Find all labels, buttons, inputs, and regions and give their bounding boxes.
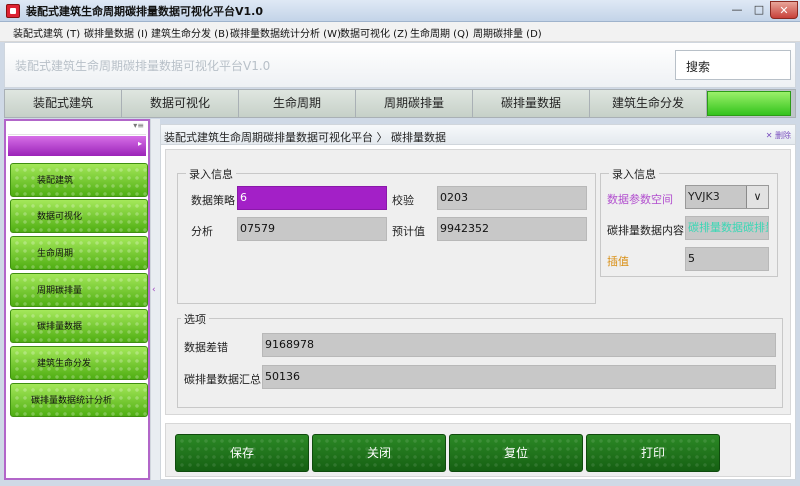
- close-button[interactable]: 关闭: [312, 434, 446, 472]
- options-title: 选项: [181, 311, 209, 327]
- sidebar-item-prefab[interactable]: 装配建筑: [10, 163, 148, 197]
- sidebar-item-cycle-carbon[interactable]: 周期碳排量: [10, 273, 148, 307]
- menu-bar: 装配式建筑 (T) 碳排量数据 (I) 建筑生命分发 (B) 碳排量数据统计分析…: [0, 22, 800, 42]
- param-select[interactable]: YVJK3 ∨: [685, 185, 769, 209]
- tab-carbon-data[interactable]: 碳排量数据: [473, 90, 590, 117]
- check-label: 校验: [392, 194, 414, 207]
- minimize-button[interactable]: —: [726, 1, 748, 19]
- entry-group-side: 录入信息 数据参数空间 YVJK3 ∨ 碳排量数据内容 碳排量数据碳排量 插值 …: [600, 166, 778, 277]
- form-area: 录入信息 数据策略 6 校验 0203 分析 07579 预计值 9942352…: [165, 149, 791, 415]
- sidebar-toolbar: ▾≡: [8, 121, 146, 135]
- breadcrumb: 装配式建筑生命周期碳排量数据可视化平台 〉 碳排量数据: [164, 131, 446, 144]
- summary-label: 碳排量数据汇总: [184, 373, 261, 386]
- menu-building-life[interactable]: 建筑生命分发 (B): [151, 25, 229, 40]
- menu-carbon-analysis[interactable]: 碳排量数据统计分析 (W): [230, 25, 341, 40]
- menu-visualization[interactable]: 数据可视化 (Z): [340, 25, 408, 40]
- save-button[interactable]: 保存: [175, 434, 309, 472]
- search-input[interactable]: 搜索: [675, 50, 791, 80]
- banner-title: 装配式建筑生命周期碳排量数据可视化平台V1.0: [15, 59, 271, 73]
- sidebar-item-carbon-analysis[interactable]: 碳排量数据统计分析: [10, 383, 148, 417]
- tab-highlight[interactable]: [707, 91, 791, 116]
- breadcrumb-bar: 装配式建筑生命周期碳排量数据可视化平台 〉 碳排量数据 ✕ 删除: [161, 125, 795, 145]
- menu-lifecycle[interactable]: 生命周期 (Q): [410, 25, 469, 40]
- group-title: 录入信息: [186, 166, 236, 182]
- sidebar-item-visualization[interactable]: 数据可视化: [10, 199, 148, 233]
- menu-prefab-building[interactable]: 装配式建筑 (T): [13, 25, 80, 40]
- main-panel: 装配式建筑生命周期碳排量数据可视化平台 〉 碳排量数据 ✕ 删除 录入信息 数据…: [160, 124, 796, 480]
- sidebar-item-lifecycle[interactable]: 生命周期: [10, 236, 148, 270]
- strategy-field[interactable]: 6: [237, 186, 387, 210]
- sidebar-menu-icon[interactable]: ▾≡: [133, 121, 144, 130]
- strategy-label: 数据策略: [191, 194, 235, 207]
- estimate-label: 预计值: [392, 225, 425, 238]
- tab-visualization[interactable]: 数据可视化: [122, 90, 239, 117]
- sidebar-item-carbon-data[interactable]: 碳排量数据: [10, 309, 148, 343]
- tab-cycle-carbon[interactable]: 周期碳排量: [356, 90, 473, 117]
- group-title: 录入信息: [609, 166, 659, 182]
- app-icon: [6, 4, 20, 18]
- search-label: 搜索: [686, 60, 711, 74]
- error-field[interactable]: 9168978: [262, 333, 776, 357]
- menu-carbon-data[interactable]: 碳排量数据 (I): [84, 25, 148, 40]
- nav-tabs: 装配式建筑 数据可视化 生命周期 周期碳排量 碳排量数据 建筑生命分发: [4, 89, 796, 118]
- sidebar-item-building-life[interactable]: 建筑生命分发: [10, 346, 148, 380]
- analysis-label: 分析: [191, 225, 213, 238]
- entry-group-main: 录入信息 数据策略 6 校验 0203 分析 07579 预计值 9942352: [177, 166, 596, 304]
- interp-field[interactable]: 5: [685, 247, 769, 271]
- chevron-left-icon: ‹: [152, 285, 156, 295]
- check-field[interactable]: 0203: [437, 186, 587, 210]
- window-title: 装配式建筑生命周期碳排量数据可视化平台V1.0: [26, 5, 263, 18]
- sidebar-header[interactable]: ▸: [8, 136, 146, 156]
- sidebar: ▾≡ ▸ 装配建筑 数据可视化 生命周期 周期碳排量 碳排量数据 建筑生命分发 …: [4, 119, 150, 480]
- param-label: 数据参数空间: [607, 193, 673, 206]
- header-banner: 装配式建筑生命周期碳排量数据可视化平台V1.0 搜索: [4, 42, 796, 88]
- sidebar-collapse-handle[interactable]: ‹: [150, 119, 160, 480]
- tab-prefab-building[interactable]: 装配式建筑: [5, 90, 122, 117]
- menu-cycle-carbon[interactable]: 周期碳排量 (D): [473, 25, 542, 40]
- error-label: 数据差错: [184, 341, 228, 354]
- chevron-right-icon: ▸: [137, 139, 142, 148]
- tab-building-life[interactable]: 建筑生命分发: [590, 90, 707, 117]
- param-select-value: YVJK3: [688, 190, 720, 203]
- interp-label: 插值: [607, 255, 629, 268]
- content-field[interactable]: 碳排量数据碳排量: [685, 216, 769, 240]
- maximize-button[interactable]: □: [748, 1, 770, 19]
- print-button[interactable]: 打印: [586, 434, 720, 472]
- chevron-down-icon[interactable]: ∨: [746, 186, 768, 208]
- tab-lifecycle[interactable]: 生命周期: [239, 90, 356, 117]
- estimate-field[interactable]: 9942352: [437, 217, 587, 241]
- analysis-field[interactable]: 07579: [237, 217, 387, 241]
- reset-button[interactable]: 复位: [449, 434, 583, 472]
- options-group: 选项 数据差错 9168978 碳排量数据汇总 50136: [177, 311, 783, 408]
- action-bar: 保存 关闭 复位 打印: [165, 423, 791, 477]
- title-bar: 装配式建筑生命周期碳排量数据可视化平台V1.0 — □ ✕: [0, 0, 800, 22]
- close-window-button[interactable]: ✕: [770, 1, 798, 19]
- close-tab-button[interactable]: ✕ 删除: [766, 130, 791, 141]
- summary-field[interactable]: 50136: [262, 365, 776, 389]
- content-label: 碳排量数据内容: [607, 224, 684, 237]
